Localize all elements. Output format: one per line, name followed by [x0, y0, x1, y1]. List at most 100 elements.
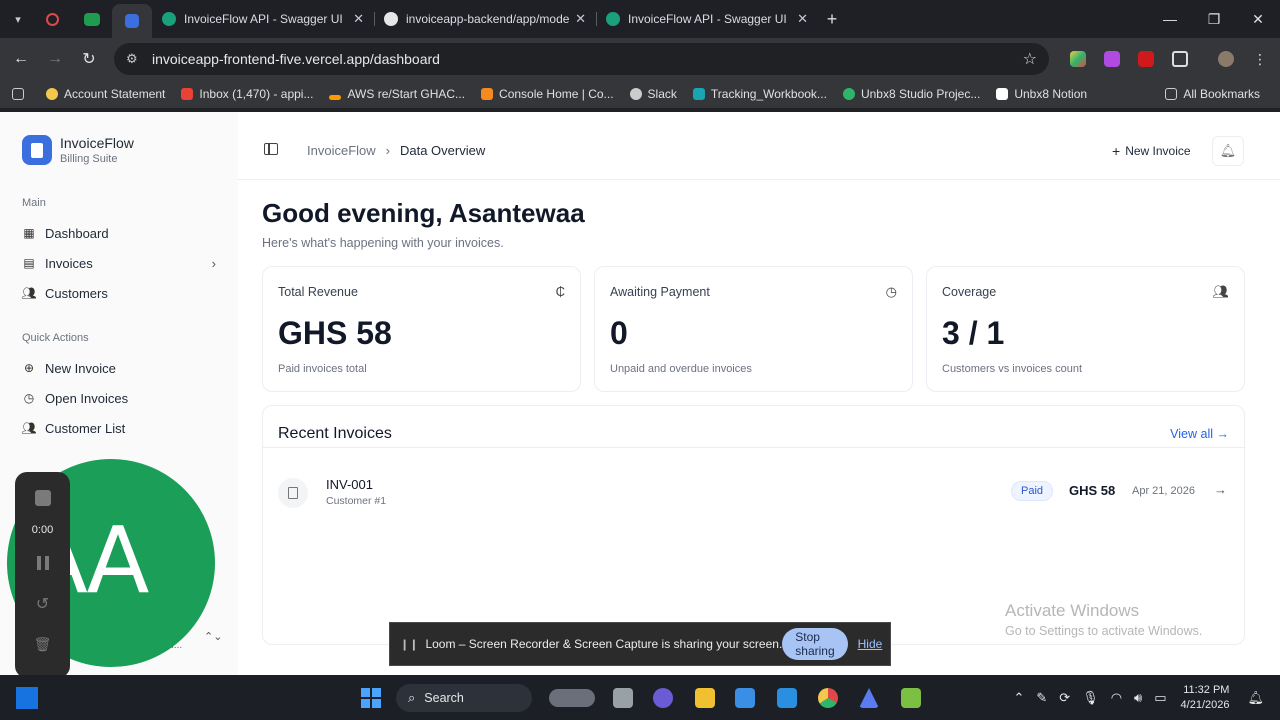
- pinned-tab-loom[interactable]: [32, 4, 72, 34]
- page-title: Good evening, Asantewaa: [262, 198, 585, 228]
- vscode-icon[interactable]: [774, 685, 800, 711]
- maximize-icon[interactable]: ❐: [1192, 0, 1236, 38]
- bookmark-item[interactable]: Slack: [622, 87, 685, 101]
- close-tab-icon[interactable]: ✕: [797, 11, 808, 27]
- file-explorer-icon[interactable]: [692, 685, 718, 711]
- sidebar-toggle-icon[interactable]: [264, 143, 278, 155]
- store-icon[interactable]: [732, 685, 758, 711]
- sidebar-item-invoices[interactable]: ▤ Invoices ›: [22, 251, 218, 275]
- trash-icon[interactable]: 🗑︎: [15, 636, 70, 653]
- invoice-customer: Customer #1: [326, 495, 387, 507]
- profile-avatar[interactable]: [1209, 42, 1243, 76]
- clock-icon: ◷: [23, 391, 35, 405]
- tab-github[interactable]: invoiceapp-backend/app/mode ✕: [374, 4, 596, 34]
- bookmark-item[interactable]: Unbx8 Notion: [988, 87, 1095, 101]
- chevron-right-icon[interactable]: ›: [212, 256, 216, 271]
- tab-title: invoiceapp-backend/app/mode: [406, 12, 570, 26]
- close-window-icon[interactable]: ✕: [1236, 0, 1280, 38]
- apps-icon[interactable]: [0, 88, 38, 100]
- top-bar: InvoiceFlow › Data Overview + New Invoic…: [238, 112, 1280, 180]
- record-icon: [45, 12, 59, 26]
- forward-icon[interactable]: →: [38, 42, 72, 76]
- clock-icon: ◷: [885, 284, 897, 299]
- bookmark-item[interactable]: Account Statement: [38, 87, 173, 101]
- bookmark-item[interactable]: Unbx8 Studio Projec...: [835, 87, 988, 101]
- clock[interactable]: 11:32 PM 4/21/2026: [1181, 683, 1230, 713]
- reload-icon[interactable]: ↻: [72, 42, 106, 76]
- users-icon: 👥︎: [21, 286, 37, 300]
- stop-sharing-button[interactable]: Stop sharing: [782, 628, 848, 660]
- site-settings-icon[interactable]: ⚙: [126, 51, 146, 67]
- close-tab-icon[interactable]: ✕: [575, 11, 586, 27]
- github-favicon-icon: [384, 12, 398, 26]
- volume-icon[interactable]: 🔊︎: [1134, 690, 1142, 706]
- pinned-tab-invoiceflow[interactable]: [112, 4, 152, 38]
- back-icon[interactable]: ←: [4, 42, 38, 76]
- new-tab-button[interactable]: +: [818, 9, 846, 30]
- bookmark-item[interactable]: Console Home | Co...: [473, 87, 622, 101]
- extension-icon[interactable]: [1129, 42, 1163, 76]
- bookmark-item[interactable]: AWS re/Start GHAC...: [321, 87, 473, 101]
- brand[interactable]: InvoiceFlow Billing Suite: [22, 135, 134, 165]
- users-icon: 👥︎: [21, 421, 37, 435]
- sidebar-item-customer-list[interactable]: 👥︎ Customer List: [21, 416, 218, 440]
- windows-start-icon[interactable]: [358, 685, 384, 711]
- extension-icon[interactable]: [1061, 42, 1095, 76]
- widgets-icon[interactable]: [16, 687, 38, 709]
- microphone-icon[interactable]: 🎙︎: [1082, 690, 1099, 706]
- android-icon[interactable]: [898, 685, 924, 711]
- invoiceflow-favicon-icon: [125, 14, 139, 28]
- all-bookmarks[interactable]: All Bookmarks: [1157, 80, 1268, 108]
- taskview-icon[interactable]: [610, 685, 636, 711]
- tab-swagger-1[interactable]: InvoiceFlow API - Swagger UI ✕: [152, 4, 374, 34]
- browser-tab-bar: ▾ InvoiceFlow API - Swagger UI ✕ invoice…: [0, 0, 1280, 38]
- hide-link[interactable]: Hide: [858, 637, 883, 651]
- menu-icon[interactable]: ⋮: [1243, 42, 1277, 76]
- stat-title: Awaiting Payment: [610, 285, 710, 299]
- close-tab-icon[interactable]: ✕: [353, 11, 364, 27]
- minimize-icon[interactable]: —: [1148, 0, 1192, 38]
- chrome-icon[interactable]: [815, 685, 841, 711]
- wifi-icon[interactable]: ◠: [1111, 690, 1122, 706]
- task-view-thumbnail[interactable]: [548, 685, 596, 711]
- sidebar-item-customers[interactable]: 👥︎ Customers: [21, 281, 218, 305]
- sidebar-item-new-invoice[interactable]: ⊕ New Invoice: [22, 356, 218, 380]
- bookmark-star-icon[interactable]: ☆: [1023, 49, 1037, 69]
- chevron-up-icon[interactable]: ⌃: [1013, 690, 1024, 706]
- pen-icon[interactable]: ✎: [1036, 690, 1047, 706]
- view-all-link[interactable]: View all →: [1170, 427, 1229, 441]
- arrow-right-icon: →: [1216, 427, 1230, 441]
- sidebar-item-label: Customer List: [45, 420, 126, 436]
- tab-search-button[interactable]: ▾: [4, 5, 32, 33]
- new-invoice-button[interactable]: + New Invoice: [1104, 138, 1199, 164]
- table-row[interactable]: INV-001 Customer #1 Paid GHS 58 Apr 21, …: [263, 470, 1244, 514]
- taskbar-search[interactable]: ⌕ Search: [396, 684, 532, 712]
- arrow-right-icon[interactable]: →: [1214, 482, 1227, 497]
- invoice-logo-icon: [22, 135, 52, 165]
- puzzle-icon[interactable]: [1163, 42, 1197, 76]
- clock-time: 11:32 PM: [1183, 683, 1230, 696]
- app-icon[interactable]: [856, 685, 882, 711]
- bookmark-item[interactable]: Tracking_Workbook...: [685, 87, 835, 101]
- sidebar-item-open-invoices[interactable]: ◷ Open Invoices: [22, 386, 218, 410]
- bookmark-item[interactable]: Inbox (1,470) - appi...: [173, 87, 321, 101]
- pause-icon[interactable]: [15, 556, 70, 570]
- pinned-tab-mail[interactable]: [72, 4, 112, 34]
- notification-bell-icon[interactable]: 🔔︎: [1247, 690, 1264, 706]
- tab-swagger-2[interactable]: InvoiceFlow API - Swagger UI ✕: [596, 4, 818, 34]
- bell-icon[interactable]: 🔔︎: [1212, 136, 1244, 166]
- main-content: InvoiceFlow › Data Overview + New Invoic…: [238, 112, 1280, 675]
- omnibox[interactable]: ⚙ invoiceapp-frontend-five.vercel.app/da…: [114, 43, 1049, 75]
- stop-recording-icon[interactable]: [15, 490, 70, 506]
- meet-icon[interactable]: [650, 685, 676, 711]
- url-text[interactable]: invoiceapp-frontend-five.vercel.app/dash…: [152, 51, 1023, 67]
- chevron-updown-icon[interactable]: ⌃⌄: [204, 630, 222, 643]
- restart-icon[interactable]: ↺: [15, 594, 70, 614]
- drag-handle-icon[interactable]: ❙❙: [400, 638, 418, 651]
- extension-icon[interactable]: [1095, 42, 1129, 76]
- sidebar-item-dashboard[interactable]: ▦ Dashboard: [22, 221, 218, 245]
- battery-icon[interactable]: ▭: [1154, 690, 1166, 706]
- users-icon: 👥︎: [1212, 284, 1229, 299]
- breadcrumb-root[interactable]: InvoiceFlow: [307, 143, 376, 158]
- sync-icon[interactable]: ⟳: [1059, 690, 1070, 706]
